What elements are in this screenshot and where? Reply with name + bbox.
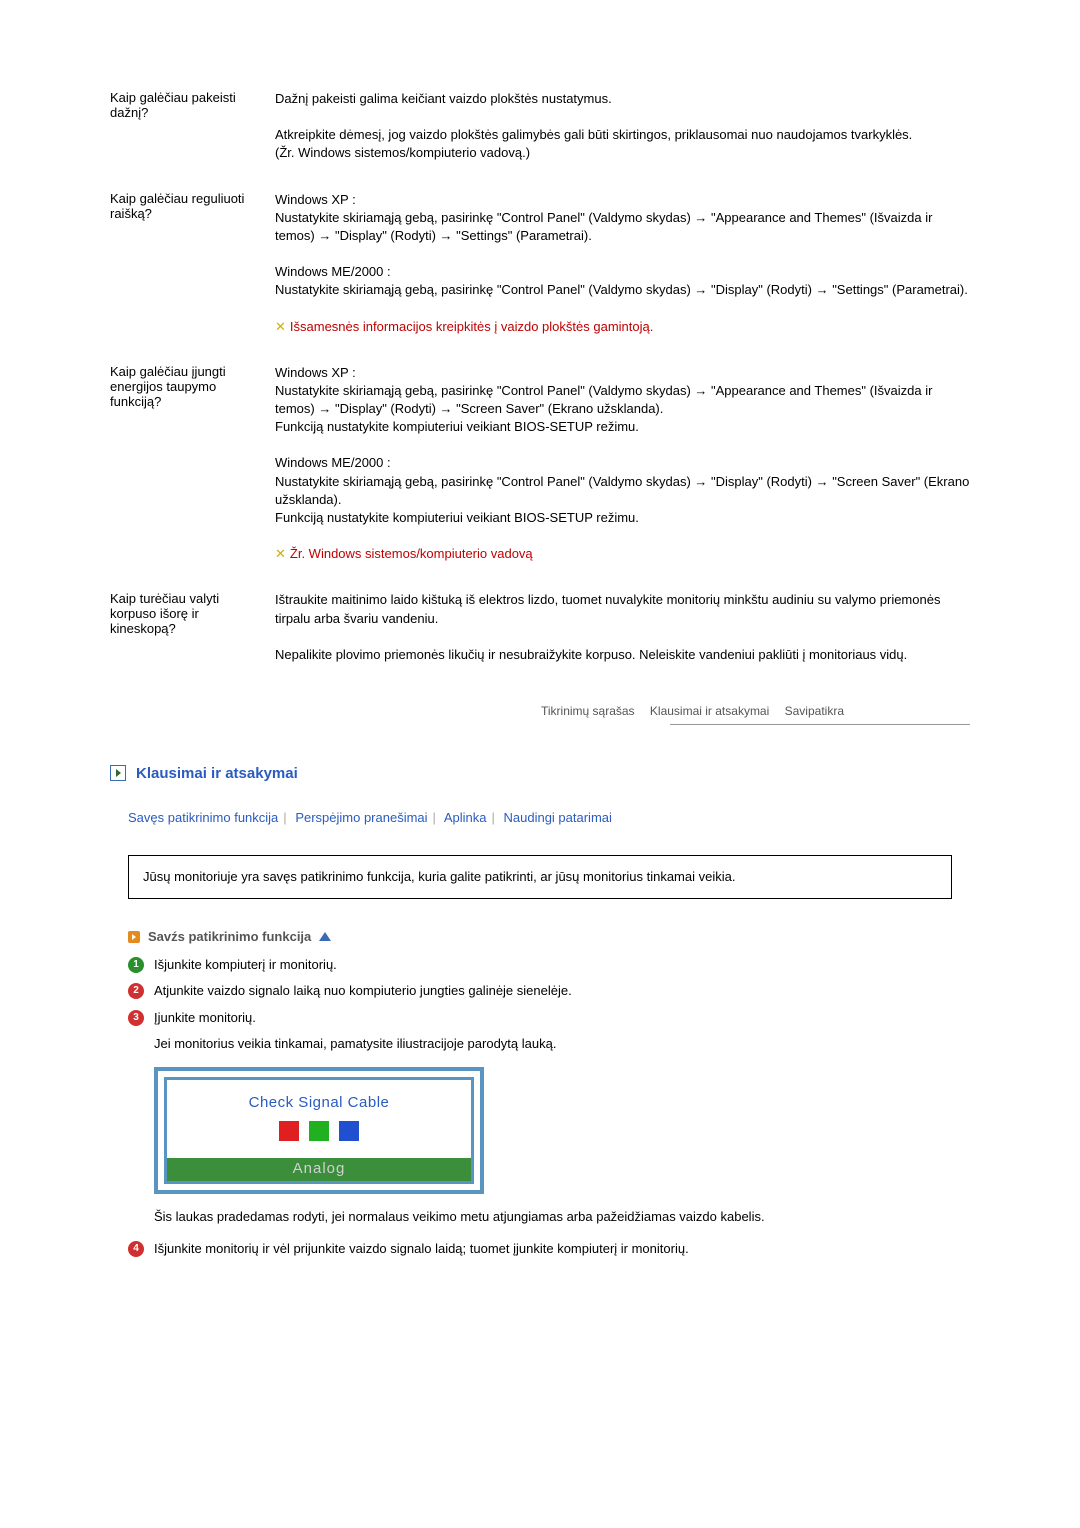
faq-answer-p: Windows XP : Nustatykite skiriamąją gebą… [275,191,970,246]
subsection-header: Savźs patikrinimo funkcija [128,929,970,944]
rgb-squares [167,1121,471,1144]
up-triangle-icon[interactable] [319,932,331,941]
steps-list: 1 Išjunkite kompiuterį ir monitorių. 2 A… [128,956,970,1027]
subsection-title: Savźs patikrinimo funkcija [148,929,311,944]
step-badge-1: 1 [128,957,144,973]
faq-question: Kaip turėčiau valyti korpuso išorę ir ki… [110,591,275,664]
play-icon [110,765,126,781]
faq-note: ✕ Išsamesnės informacijos kreipkitės į va… [275,318,970,336]
faq-answer-p: Ištraukite maitinimo laido kištuką iš el… [275,591,970,627]
red-square-icon [279,1121,299,1141]
step-text: Išjunkite kompiuterį ir monitorių. [154,956,337,974]
sublink-env[interactable]: Aplinka [444,810,487,825]
faq-note: ✕ Žr. Windows sistemos/kompiuterio vadovą [275,545,970,563]
step-item: 2 Atjunkite vaizdo signalo laiką nuo kom… [128,982,970,1000]
note-icon: ✕ [275,546,286,561]
tab-bar: Tikrinimų sąrašas Klausimai ir atsakymai… [230,704,850,718]
sublink-selftest[interactable]: Savęs patikrinimo funkcija [128,810,278,825]
steps-list-cont: 4 Išjunkite monitorių ir vėl prijunkite … [128,1240,970,1258]
section-header: Klausimai ir atsakymai [110,765,970,782]
tab-selfcheck[interactable]: Savipatikra [785,704,844,718]
monitor-illustration: Check Signal Cable Analog [154,1067,484,1194]
faq-row: Kaip galėčiau pakeisti dažnį? Dažnį pake… [110,90,970,163]
step-item: 4 Išjunkite monitorių ir vėl prijunkite … [128,1240,970,1258]
step-badge-4: 4 [128,1241,144,1257]
tab-checklist[interactable]: Tikrinimų sąrašas [541,704,635,718]
step-description: Jei monitorius veikia tinkamai, pamatysi… [154,1035,970,1053]
step-text: Išjunkite monitorių ir vėl prijunkite va… [154,1240,689,1258]
faq-question: Kaip galėčiau įjungti energijos taupymo … [110,364,275,564]
faq-answer-p: Atkreipkite dėmesį, jog vaizdo plokštės … [275,126,970,162]
faq-row: Kaip galėčiau reguliuoti raišką? Windows… [110,191,970,336]
section-title: Klausimai ir atsakymai [136,765,298,782]
faq-question: Kaip galėčiau reguliuoti raišką? [110,191,275,336]
play-small-icon [128,931,140,943]
sublinks-row: Savęs patikrinimo funkcija| Perspėjimo p… [128,810,970,825]
faq-answer: Windows XP : Nustatykite skiriamąją gebą… [275,191,970,336]
faq-question: Kaip galėčiau pakeisti dažnį? [110,90,275,163]
monitor-mode: Analog [167,1158,471,1181]
faq-answer: Ištraukite maitinimo laido kištuką iš el… [275,591,970,664]
step-badge-3: 3 [128,1010,144,1026]
green-square-icon [309,1121,329,1141]
step-item: 3 Įjunkite monitorių. [128,1009,970,1027]
faq-answer-p: Windows XP : Nustatykite skiriamąją gebą… [275,364,970,437]
sublink-warnings[interactable]: Perspėjimo pranešimai [295,810,427,825]
faq-row: Kaip turėčiau valyti korpuso išorę ir ki… [110,591,970,664]
faq-answer: Windows XP : Nustatykite skiriamąją gebą… [275,364,970,564]
faq-answer-p: Nepalikite plovimo priemonės likučių ir … [275,646,970,664]
faq-answer-p: Windows ME/2000 : Nustatykite skiriamąją… [275,454,970,527]
step-badge-2: 2 [128,983,144,999]
note-text: Žr. Windows sistemos/kompiuterio vadovą [290,546,533,561]
note-text: Išsamesnės informacijos kreipkitės į vai… [290,319,653,334]
step-text: Įjunkite monitorių. [154,1009,256,1027]
tab-qa[interactable]: Klausimai ir atsakymai [650,704,769,718]
monitor-message: Check Signal Cable [167,1094,471,1111]
faq-row: Kaip galėčiau įjungti energijos taupymo … [110,364,970,564]
faq-answer-p: Dažnį pakeisti galima keičiant vaizdo pl… [275,90,970,108]
tab-underline [670,724,970,725]
note-icon: ✕ [275,319,286,334]
faq-answer-p: Windows ME/2000 : Nustatykite skiriamąją… [275,263,970,299]
sublink-tips[interactable]: Naudingi patarimai [504,810,612,825]
step-text: Atjunkite vaizdo signalo laiką nuo kompi… [154,982,572,1000]
faq-answer: Dažnį pakeisti galima keičiant vaizdo pl… [275,90,970,163]
after-monitor-text: Šis laukas pradedamas rodyti, jei normal… [154,1208,970,1226]
blue-square-icon [339,1121,359,1141]
step-item: 1 Išjunkite kompiuterį ir monitorių. [128,956,970,974]
notice-box: Jūsų monitoriuje yra savęs patikrinimo f… [128,855,952,899]
